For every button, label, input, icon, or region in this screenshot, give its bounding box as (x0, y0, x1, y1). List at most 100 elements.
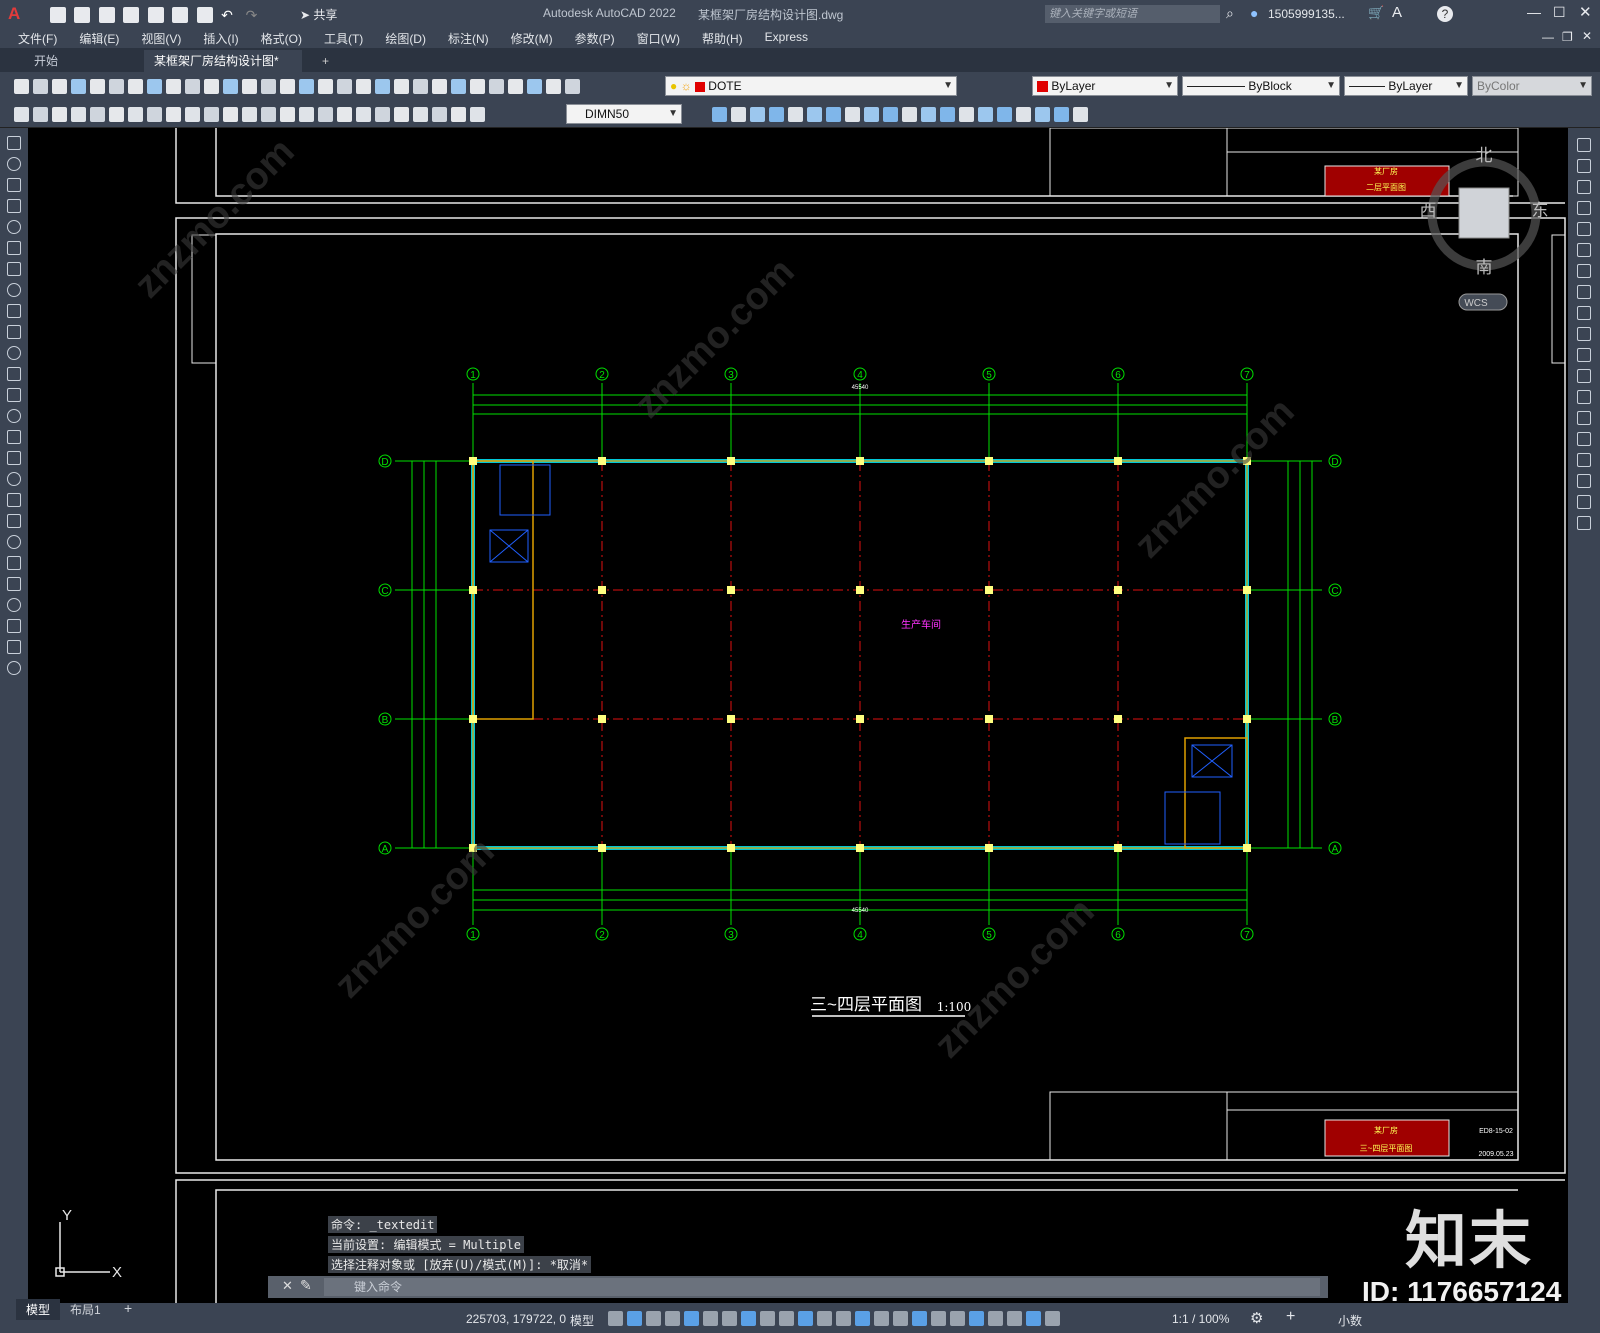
modify-tool-icon[interactable] (1577, 453, 1591, 467)
dimension-tool-icon[interactable] (166, 107, 181, 123)
standard-tool-icon[interactable] (280, 79, 295, 95)
menu-item[interactable]: 标注(N) (448, 30, 489, 47)
dimension-tool-icon[interactable] (147, 107, 162, 123)
viewcube-south[interactable]: 南 (1476, 258, 1493, 277)
modify-tool-icon[interactable] (1577, 138, 1591, 152)
layout-tab-layout1[interactable]: 布局1 (70, 1301, 101, 1318)
modify-tool-icon[interactable] (712, 107, 727, 123)
modify-tool-icon[interactable] (1577, 180, 1591, 194)
status-toggle-icon[interactable] (665, 1311, 680, 1327)
modify-tool-icon[interactable] (750, 107, 765, 123)
standard-tool-icon[interactable] (375, 79, 390, 95)
modify-tool-icon[interactable] (1577, 222, 1591, 236)
status-toggle-icon[interactable] (798, 1311, 813, 1327)
draw-tool-icon[interactable] (7, 430, 21, 444)
undo-icon[interactable]: ↶ (221, 7, 237, 23)
dimension-tool-icon[interactable] (375, 107, 390, 123)
modify-tool-icon[interactable] (788, 107, 803, 123)
autodesk-icon[interactable]: A (1392, 4, 1402, 21)
draw-tool-icon[interactable] (7, 514, 21, 528)
dimension-tool-icon[interactable] (299, 107, 314, 123)
dimension-tool-icon[interactable] (280, 107, 295, 123)
dimension-tool-icon[interactable] (337, 107, 352, 123)
modify-tool-icon[interactable] (902, 107, 917, 123)
modify-tool-icon[interactable] (1073, 107, 1088, 123)
save-icon[interactable] (98, 6, 115, 23)
cart-icon[interactable]: 🛒 (1368, 5, 1384, 21)
status-toggle-icon[interactable] (1026, 1311, 1041, 1327)
modify-tool-icon[interactable] (1577, 369, 1591, 383)
dimension-tool-icon[interactable] (33, 107, 48, 123)
model-space-toggle[interactable]: 模型 (570, 1312, 594, 1329)
dimension-tool-icon[interactable] (14, 107, 29, 123)
layout-tab-model[interactable]: 模型 (16, 1299, 61, 1320)
dimension-tool-icon[interactable] (413, 107, 428, 123)
standard-tool-icon[interactable] (451, 79, 466, 95)
modify-tool-icon[interactable] (1577, 516, 1591, 530)
user-icon[interactable]: ● (1250, 5, 1258, 21)
status-toggle-icon[interactable] (741, 1311, 756, 1327)
draw-tool-icon[interactable] (7, 199, 21, 213)
draw-tool-icon[interactable] (7, 661, 21, 675)
modify-tool-icon[interactable] (1035, 107, 1050, 123)
command-close-icon[interactable]: ✕ (282, 1278, 293, 1294)
doc-minimize-icon[interactable]: — (1542, 30, 1554, 44)
layer-combo[interactable]: ● ☼ DOTE ▼ (665, 76, 957, 96)
dimension-tool-icon[interactable] (451, 107, 466, 123)
standard-tool-icon[interactable] (223, 79, 238, 95)
menu-item[interactable]: 修改(M) (511, 30, 553, 47)
modify-tool-icon[interactable] (1577, 348, 1591, 362)
draw-tool-icon[interactable] (7, 472, 21, 486)
tab-document[interactable]: 某框架厂房结构设计图* ✕ (144, 50, 302, 90)
draw-tool-icon[interactable] (7, 598, 21, 612)
annotation-scale[interactable]: 1:1 / 100% (1172, 1312, 1229, 1326)
help-icon[interactable]: ? (1437, 6, 1453, 22)
modify-tool-icon[interactable] (1577, 201, 1591, 215)
draw-tool-icon[interactable] (7, 325, 21, 339)
units-display[interactable]: 小数 (1338, 1312, 1362, 1329)
modify-tool-icon[interactable] (1577, 411, 1591, 425)
dimension-tool-icon[interactable] (470, 107, 485, 123)
draw-tool-icon[interactable] (7, 640, 21, 654)
menu-item[interactable]: 编辑(E) (79, 30, 119, 47)
draw-tool-icon[interactable] (7, 388, 21, 402)
redo-icon[interactable]: ↷ (246, 7, 262, 23)
draw-tool-icon[interactable] (7, 451, 21, 465)
status-toggle-icon[interactable] (779, 1311, 794, 1327)
modify-tool-icon[interactable] (1016, 107, 1031, 123)
modify-tool-icon[interactable] (1577, 432, 1591, 446)
menu-item[interactable]: 插入(I) (203, 30, 238, 47)
menu-item[interactable]: 绘图(D) (385, 30, 426, 47)
dimension-tool-icon[interactable] (128, 107, 143, 123)
modify-tool-icon[interactable] (940, 107, 955, 123)
linetype-combo[interactable]: ByBlock ▼ (1182, 76, 1340, 96)
new-icon[interactable] (50, 6, 66, 23)
draw-tool-icon[interactable] (7, 157, 21, 171)
modify-tool-icon[interactable] (1577, 243, 1591, 257)
standard-tool-icon[interactable] (204, 79, 219, 95)
settings-icon[interactable]: ⚙ (1250, 1309, 1263, 1327)
standard-tool-icon[interactable] (565, 79, 580, 95)
lineweight-combo[interactable]: ByLayer ▼ (1344, 76, 1468, 96)
doc-restore-icon[interactable]: ❐ (1562, 30, 1573, 44)
status-toggle-icon[interactable] (950, 1311, 965, 1327)
modify-tool-icon[interactable] (807, 107, 822, 123)
close-icon[interactable]: ✕ (1579, 3, 1592, 21)
modify-tool-icon[interactable] (1577, 327, 1591, 341)
open-web-icon[interactable] (147, 6, 164, 23)
standard-tool-icon[interactable] (318, 79, 333, 95)
standard-tool-icon[interactable] (185, 79, 200, 95)
status-toggle-icon[interactable] (627, 1311, 642, 1327)
menu-item[interactable]: 格式(O) (261, 30, 302, 47)
status-toggle-icon[interactable] (646, 1311, 661, 1327)
standard-tool-icon[interactable] (394, 79, 409, 95)
standard-tool-icon[interactable] (147, 79, 162, 95)
drawing-canvas[interactable]: 某厂房 二层平面图 某厂房 三~四层平面图 ED8-15-02 2009.05.… (28, 128, 1568, 1303)
menu-item[interactable]: 工具(T) (324, 30, 363, 47)
minimize-icon[interactable]: — (1527, 4, 1541, 20)
viewcube-east[interactable]: 东 (1532, 201, 1549, 220)
draw-tool-icon[interactable] (7, 535, 21, 549)
modify-tool-icon[interactable] (1577, 474, 1591, 488)
dimension-tool-icon[interactable] (52, 107, 67, 123)
menu-item[interactable]: 文件(F) (18, 30, 57, 47)
